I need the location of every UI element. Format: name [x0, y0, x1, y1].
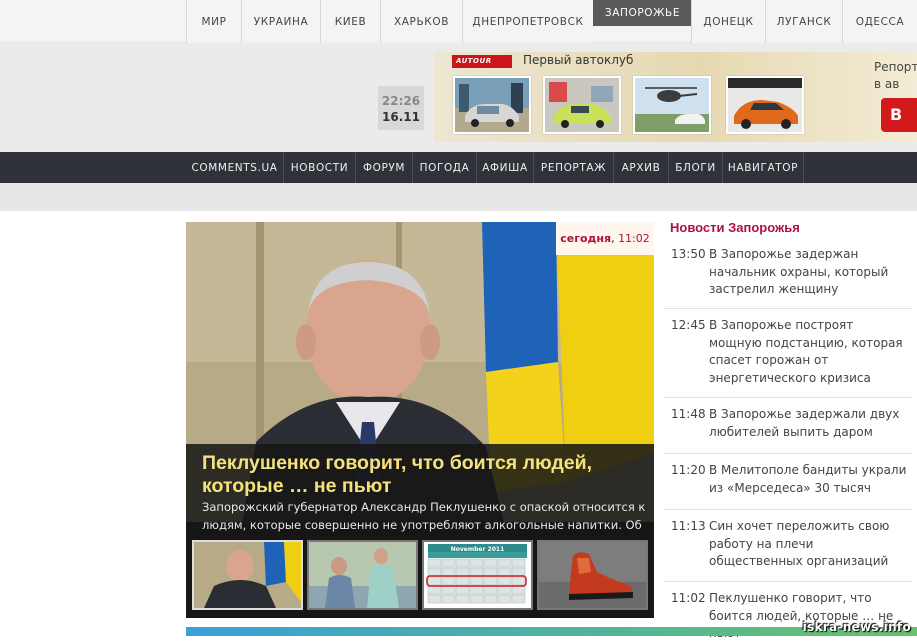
clock-widget: 22:26 16.11 — [378, 86, 424, 130]
banner-photo-car-show[interactable] — [453, 76, 531, 134]
news-time: 13:50 — [671, 247, 706, 261]
news-item[interactable]: 11:48 В Запорожье задержали двух любител… — [664, 406, 912, 454]
thumb-hospital[interactable] — [307, 540, 418, 610]
city-tab-mir[interactable]: МИР — [186, 0, 241, 43]
calendar-month-label: November 2011 — [451, 546, 505, 553]
news-title[interactable]: В Запорожье построят мощную подстанцию, … — [709, 317, 909, 387]
city-tab-donetsk[interactable]: ДОНЕЦК — [691, 0, 765, 43]
news-item[interactable]: 11:13 Син хочет переложить свою работу н… — [664, 518, 912, 582]
nav-forum[interactable]: ФОРУМ — [356, 152, 413, 183]
banner-photo-helicopter[interactable] — [633, 76, 711, 134]
main-nav-list: COMMENTS.UA НОВОСТИ ФОРУМ ПОГОДА АФИША Р… — [186, 152, 804, 183]
news-time: 11:20 — [671, 463, 706, 477]
banner-cta-button[interactable]: В — [881, 98, 917, 132]
news-time: 11:02 — [671, 591, 706, 605]
city-tab-zaporozhye[interactable]: ЗАПОРОЖЬЕ — [593, 0, 691, 26]
city-tab-odessa[interactable]: ОДЕССА — [842, 0, 917, 43]
city-nav: МИР УКРАИНА КИЕВ ХАРЬКОВ ДНЕПРОПЕТРОВСК … — [186, 0, 917, 43]
news-item[interactable]: 11:20 В Мелитополе бандиты украли из «Ме… — [664, 462, 912, 510]
nav-weather[interactable]: ПОГОДА — [413, 152, 477, 183]
ad-banner[interactable]: AUTOUR Первый автоклуб Репорт в ав В — [434, 52, 917, 142]
nav-news[interactable]: НОВОСТИ — [284, 152, 356, 183]
news-heading[interactable]: Новости Запорожья — [670, 220, 800, 235]
news-item[interactable]: 12:45 В Запорожье построят мощную подста… — [664, 317, 912, 398]
clock-time: 22:26 — [381, 94, 421, 108]
news-title[interactable]: В Запорожье задержали двух любителей вып… — [709, 406, 909, 441]
clock-date: 16.11 — [382, 110, 420, 124]
banner-photo-orange-car[interactable] — [726, 76, 804, 134]
nav-reportage[interactable]: РЕПОРТАЖ — [534, 152, 614, 183]
thumb-shoe[interactable] — [537, 540, 648, 610]
thumb-calendar[interactable]: November 2011 — [422, 540, 533, 610]
news-item[interactable]: 13:50 В Запорожье задержан начальник охр… — [664, 246, 912, 309]
news-time: 12:45 — [671, 318, 706, 332]
timestamp-separator: , — [611, 232, 619, 245]
city-tab-lugansk[interactable]: ЛУГАНСК — [765, 0, 842, 43]
banner-photo-green-car[interactable] — [543, 76, 621, 134]
city-tab-dnepropetrovsk[interactable]: ДНЕПРОПЕТРОВСК — [462, 0, 593, 43]
nav-comments-ua[interactable]: COMMENTS.UA — [186, 152, 284, 183]
nav-blogs[interactable]: БЛОГИ — [669, 152, 723, 183]
city-tab-ukraina[interactable]: УКРАИНА — [241, 0, 320, 43]
banner-logo: AUTOUR — [452, 55, 512, 68]
news-time: 11:48 — [671, 407, 706, 421]
sub-nav-band — [0, 183, 917, 211]
news-title[interactable]: В Запорожье задержан начальник охраны, к… — [709, 246, 909, 299]
nav-afisha[interactable]: АФИША — [477, 152, 534, 183]
news-time: 11:13 — [671, 519, 706, 533]
nav-archive[interactable]: АРХИВ — [614, 152, 669, 183]
watermark: iskra-news.info — [802, 620, 911, 634]
banner-side-text: Репорта в ав — [874, 60, 917, 91]
featured-caption: Пеклушенко говорит, что боится людей, ко… — [186, 444, 654, 618]
timestamp-day: сегодня — [560, 232, 612, 245]
timestamp-time: 11:02 — [618, 232, 650, 245]
banner-title: Первый автоклуб — [523, 53, 634, 67]
city-nav-bar: МИР УКРАИНА КИЕВ ХАРЬКОВ ДНЕПРОПЕТРОВСК … — [0, 0, 917, 43]
city-tab-kiev[interactable]: КИЕВ — [320, 0, 380, 43]
nav-navigator[interactable]: НАВИГАТОР — [723, 152, 804, 183]
featured-headline[interactable]: Пеклушенко говорит, что боится людей, ко… — [202, 452, 642, 498]
city-tab-kharkov[interactable]: ХАРЬКОВ — [380, 0, 462, 43]
news-title[interactable]: В Мелитополе бандиты украли из «Мерседес… — [709, 462, 909, 497]
news-title[interactable]: Син хочет переложить свою работу на плеч… — [709, 518, 909, 571]
story-timestamp: сегодня, 11:02 — [556, 222, 654, 255]
main-nav: COMMENTS.UA НОВОСТИ ФОРУМ ПОГОДА АФИША Р… — [0, 152, 917, 183]
thumb-governor[interactable] — [192, 540, 303, 610]
